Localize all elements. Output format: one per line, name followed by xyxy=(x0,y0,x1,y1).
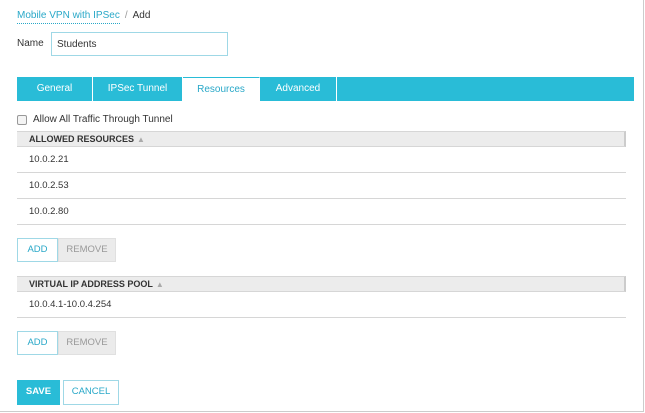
pool-header[interactable]: VIRTUAL IP ADDRESS POOL ▲︎ xyxy=(17,276,626,292)
add-resource-button[interactable]: ADD xyxy=(17,238,58,262)
allowed-resources-header-label: ALLOWED RESOURCES xyxy=(29,134,135,144)
remove-resource-button[interactable]: REMOVE xyxy=(58,238,116,262)
table-row[interactable]: 10.0.4.1-10.0.4.254 xyxy=(17,292,626,318)
table-row[interactable]: 10.0.2.53 xyxy=(17,173,626,199)
save-button[interactable]: SAVE xyxy=(17,380,60,405)
table-row[interactable]: 10.0.2.21 xyxy=(17,147,626,173)
breadcrumb-separator: / xyxy=(124,10,128,21)
tab-bar: General IPSec Tunnel Resources Advanced xyxy=(17,77,634,101)
breadcrumb-parent-link[interactable]: Mobile VPN with IPSec xyxy=(17,10,120,24)
cancel-button[interactable]: CANCEL xyxy=(63,380,119,405)
pool-header-label: VIRTUAL IP ADDRESS POOL xyxy=(29,279,153,289)
name-input[interactable] xyxy=(51,32,228,56)
tab-advanced[interactable]: Advanced xyxy=(260,77,337,101)
table-row[interactable]: 10.0.2.80 xyxy=(17,199,626,225)
allow-all-traffic-label: Allow All Traffic Through Tunnel xyxy=(33,114,173,125)
tab-general[interactable]: General xyxy=(17,77,93,101)
name-label: Name xyxy=(17,38,44,49)
breadcrumb-current: Add xyxy=(132,10,151,21)
sort-icon[interactable]: ▲︎ xyxy=(156,280,164,289)
remove-pool-button[interactable]: REMOVE xyxy=(58,331,116,355)
tab-resources[interactable]: Resources xyxy=(183,77,260,101)
allow-all-traffic-checkbox[interactable] xyxy=(17,114,27,125)
allowed-resources-header[interactable]: ALLOWED RESOURCES ▲︎ xyxy=(17,131,626,147)
add-pool-button[interactable]: ADD xyxy=(17,331,58,355)
allow-all-traffic-option[interactable]: Allow All Traffic Through Tunnel xyxy=(17,114,173,125)
sort-icon[interactable]: ▲︎ xyxy=(137,135,145,144)
breadcrumb: Mobile VPN with IPSec / Add xyxy=(17,10,151,24)
tab-ipsec-tunnel[interactable]: IPSec Tunnel xyxy=(93,77,183,101)
